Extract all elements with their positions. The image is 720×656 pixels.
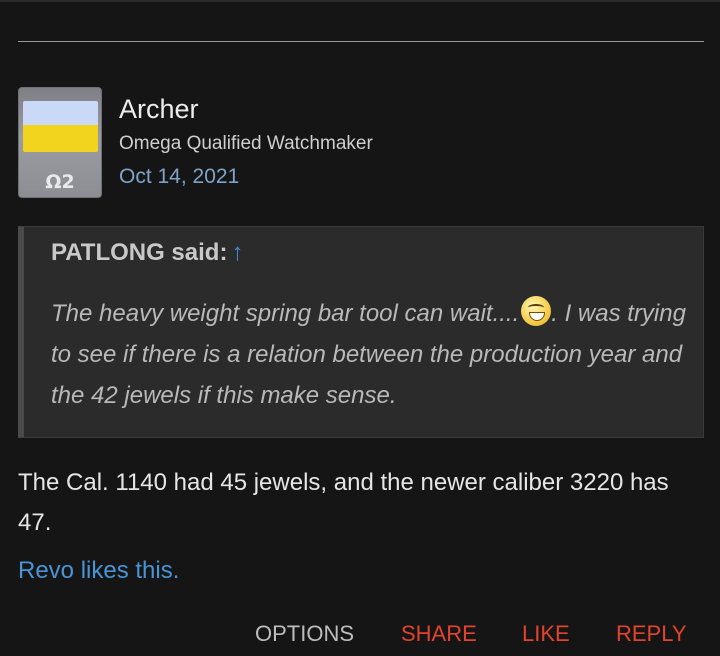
post-divider (18, 41, 704, 42)
options-button[interactable]: OPTIONS (255, 621, 354, 647)
post-body: The Cal. 1140 had 45 jewels, and the new… (18, 469, 669, 536)
share-button[interactable]: SHARE (401, 621, 477, 647)
avatar-badge: Ω2 (45, 171, 75, 193)
top-border (0, 0, 720, 2)
post-actions: OPTIONS SHARE LIKE REPLY (0, 621, 720, 651)
quote-text: The heavy weight spring bar tool can wai… (51, 293, 691, 416)
quote-jump-icon[interactable]: ↑ (231, 239, 243, 266)
likes-suffix[interactable]: likes this. (74, 557, 180, 584)
flag-blue-stripe (23, 101, 98, 125)
flag-yellow-stripe (23, 125, 98, 152)
liker-link[interactable]: Revo (18, 557, 74, 584)
laughing-smiley-icon (521, 296, 552, 326)
quote-block: PATLONG said: ↑ The heavy weight spring b… (18, 226, 704, 438)
author-name[interactable]: Archer (119, 94, 199, 125)
avatar[interactable]: Ω2 (18, 87, 102, 198)
post-date[interactable]: Oct 14, 2021 (119, 165, 239, 189)
quote-author: PATLONG said: (51, 239, 228, 266)
like-button[interactable]: LIKE (522, 621, 570, 647)
likes-line: Revo likes this. (18, 557, 179, 585)
reply-button[interactable]: REPLY (616, 621, 687, 647)
quote-header: PATLONG said: ↑ (51, 239, 243, 267)
avatar-flag (23, 101, 98, 152)
quote-text-before: The heavy weight spring bar tool can wai… (51, 300, 520, 327)
author-title: Omega Qualified Watchmaker (119, 133, 373, 154)
